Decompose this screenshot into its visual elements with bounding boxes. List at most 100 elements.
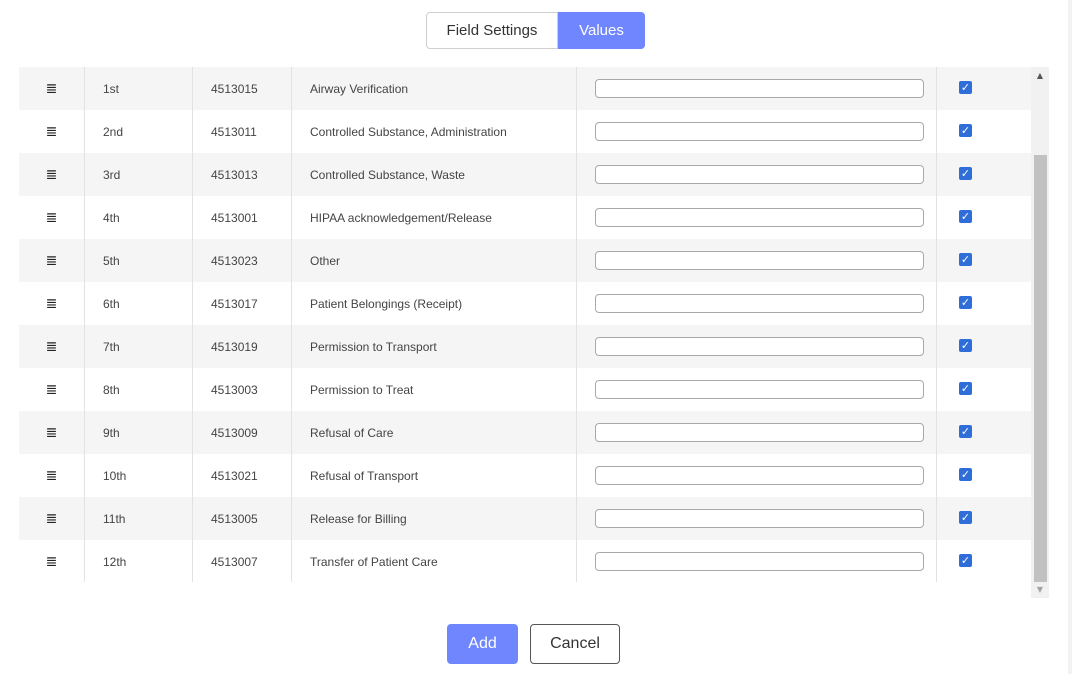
row-enabled-checkbox[interactable]: ✓ — [959, 210, 972, 223]
row-enabled-checkbox[interactable]: ✓ — [959, 468, 972, 481]
row-value-cell — [577, 110, 937, 153]
row-value-input[interactable] — [595, 509, 924, 528]
row-value-input[interactable] — [595, 208, 924, 227]
row-order: 8th — [85, 368, 193, 411]
scrollbar-thumb[interactable] — [1034, 155, 1047, 582]
drag-handle-icon: ≣ — [45, 123, 58, 140]
cancel-button[interactable]: Cancel — [530, 624, 620, 664]
drag-handle[interactable]: ≣ — [19, 196, 85, 239]
row-value-cell — [577, 67, 937, 110]
row-enabled-cell: ✓ — [937, 454, 1031, 497]
drag-handle[interactable]: ≣ — [19, 325, 85, 368]
row-enabled-checkbox[interactable]: ✓ — [959, 81, 972, 94]
drag-handle[interactable]: ≣ — [19, 454, 85, 497]
row-value-cell — [577, 411, 937, 454]
add-button[interactable]: Add — [447, 624, 518, 664]
drag-handle-icon: ≣ — [45, 252, 58, 269]
row-enabled-cell: ✓ — [937, 368, 1031, 411]
row-value-cell — [577, 325, 937, 368]
row-enabled-checkbox[interactable]: ✓ — [959, 339, 972, 352]
scroll-up-arrow-icon[interactable]: ▲ — [1031, 67, 1049, 84]
row-description: Controlled Substance, Waste — [292, 153, 577, 196]
row-enabled-checkbox[interactable]: ✓ — [959, 382, 972, 395]
drag-handle[interactable]: ≣ — [19, 368, 85, 411]
row-enabled-checkbox[interactable]: ✓ — [959, 511, 972, 524]
row-enabled-checkbox[interactable]: ✓ — [959, 253, 972, 266]
table-row: ≣ 1st 4513015 Airway Verification ✓ — [19, 67, 1031, 110]
checkmark-icon: ✓ — [960, 339, 971, 352]
table-scrollbar[interactable]: ▲ ▼ — [1031, 67, 1049, 598]
row-code: 4513021 — [193, 454, 292, 497]
table-row: ≣ 3rd 4513013 Controlled Substance, Waste ✓ — [19, 153, 1031, 196]
values-dialog: Field Settings Values ≣ 1st 4513015 Airway … — [0, 0, 1068, 674]
row-value-input[interactable] — [595, 380, 924, 399]
checkmark-icon: ✓ — [960, 554, 971, 567]
row-order: 1st — [85, 67, 193, 110]
checkmark-icon: ✓ — [960, 296, 971, 309]
table-row: ≣ 2nd 4513011 Controlled Substance, Adminis… — [19, 110, 1031, 153]
row-description: Transfer of Patient Care — [292, 540, 577, 582]
row-enabled-checkbox[interactable]: ✓ — [959, 425, 972, 438]
row-order: 11th — [85, 497, 193, 540]
tab-bar: Field Settings Values — [426, 12, 645, 50]
row-order: 12th — [85, 540, 193, 582]
table-row: ≣ 6th 4513017 Patient Belongings (Receipt) ✓ — [19, 282, 1031, 325]
row-value-cell — [577, 368, 937, 411]
row-order: 4th — [85, 196, 193, 239]
row-value-input[interactable] — [595, 423, 924, 442]
row-value-input[interactable] — [595, 79, 924, 98]
table-row: ≣ 11th 4513005 Release for Billing ✓ — [19, 497, 1031, 540]
tab-field-settings[interactable]: Field Settings — [426, 12, 558, 49]
drag-handle-icon: ≣ — [45, 381, 58, 398]
table-row: ≣ 7th 4513019 Permission to Transport ✓ — [19, 325, 1031, 368]
row-value-cell — [577, 454, 937, 497]
drag-handle[interactable]: ≣ — [19, 282, 85, 325]
drag-handle[interactable]: ≣ — [19, 239, 85, 282]
drag-handle-icon: ≣ — [45, 553, 58, 570]
row-description: Other — [292, 239, 577, 282]
tab-values[interactable]: Values — [558, 12, 645, 49]
row-description: Airway Verification — [292, 67, 577, 110]
row-value-cell — [577, 497, 937, 540]
row-code: 4513001 — [193, 196, 292, 239]
row-description: Controlled Substance, Administration — [292, 110, 577, 153]
drag-handle-icon: ≣ — [45, 338, 58, 355]
drag-handle-icon: ≣ — [45, 80, 58, 97]
row-code: 4513003 — [193, 368, 292, 411]
row-enabled-cell: ✓ — [937, 540, 1031, 582]
row-code: 4513023 — [193, 239, 292, 282]
row-enabled-checkbox[interactable]: ✓ — [959, 167, 972, 180]
scroll-down-arrow-icon[interactable]: ▼ — [1031, 581, 1049, 598]
row-enabled-checkbox[interactable]: ✓ — [959, 296, 972, 309]
row-description: Refusal of Care — [292, 411, 577, 454]
row-order: 5th — [85, 239, 193, 282]
checkmark-icon: ✓ — [960, 425, 971, 438]
row-enabled-checkbox[interactable]: ✓ — [959, 554, 972, 567]
row-description: Patient Belongings (Receipt) — [292, 282, 577, 325]
drag-handle[interactable]: ≣ — [19, 110, 85, 153]
checkmark-icon: ✓ — [960, 511, 971, 524]
row-value-input[interactable] — [595, 552, 924, 571]
drag-handle[interactable]: ≣ — [19, 540, 85, 582]
drag-handle[interactable]: ≣ — [19, 153, 85, 196]
checkmark-icon: ✓ — [960, 167, 971, 180]
drag-handle[interactable]: ≣ — [19, 67, 85, 110]
drag-handle[interactable]: ≣ — [19, 411, 85, 454]
row-description: Permission to Treat — [292, 368, 577, 411]
row-code: 4513007 — [193, 540, 292, 582]
row-order: 6th — [85, 282, 193, 325]
row-value-input[interactable] — [595, 294, 924, 313]
row-enabled-checkbox[interactable]: ✓ — [959, 124, 972, 137]
drag-handle[interactable]: ≣ — [19, 497, 85, 540]
row-value-input[interactable] — [595, 122, 924, 141]
row-order: 9th — [85, 411, 193, 454]
row-value-input[interactable] — [595, 251, 924, 270]
table-row: ≣ 5th 4513023 Other ✓ — [19, 239, 1031, 282]
row-value-input[interactable] — [595, 165, 924, 184]
checkmark-icon: ✓ — [960, 81, 971, 94]
table-row: ≣ 12th 4513007 Transfer of Patient Care ✓ — [19, 540, 1031, 582]
row-value-input[interactable] — [595, 466, 924, 485]
row-value-input[interactable] — [595, 337, 924, 356]
table-row: ≣ 10th 4513021 Refusal of Transport ✓ — [19, 454, 1031, 497]
row-description: Permission to Transport — [292, 325, 577, 368]
